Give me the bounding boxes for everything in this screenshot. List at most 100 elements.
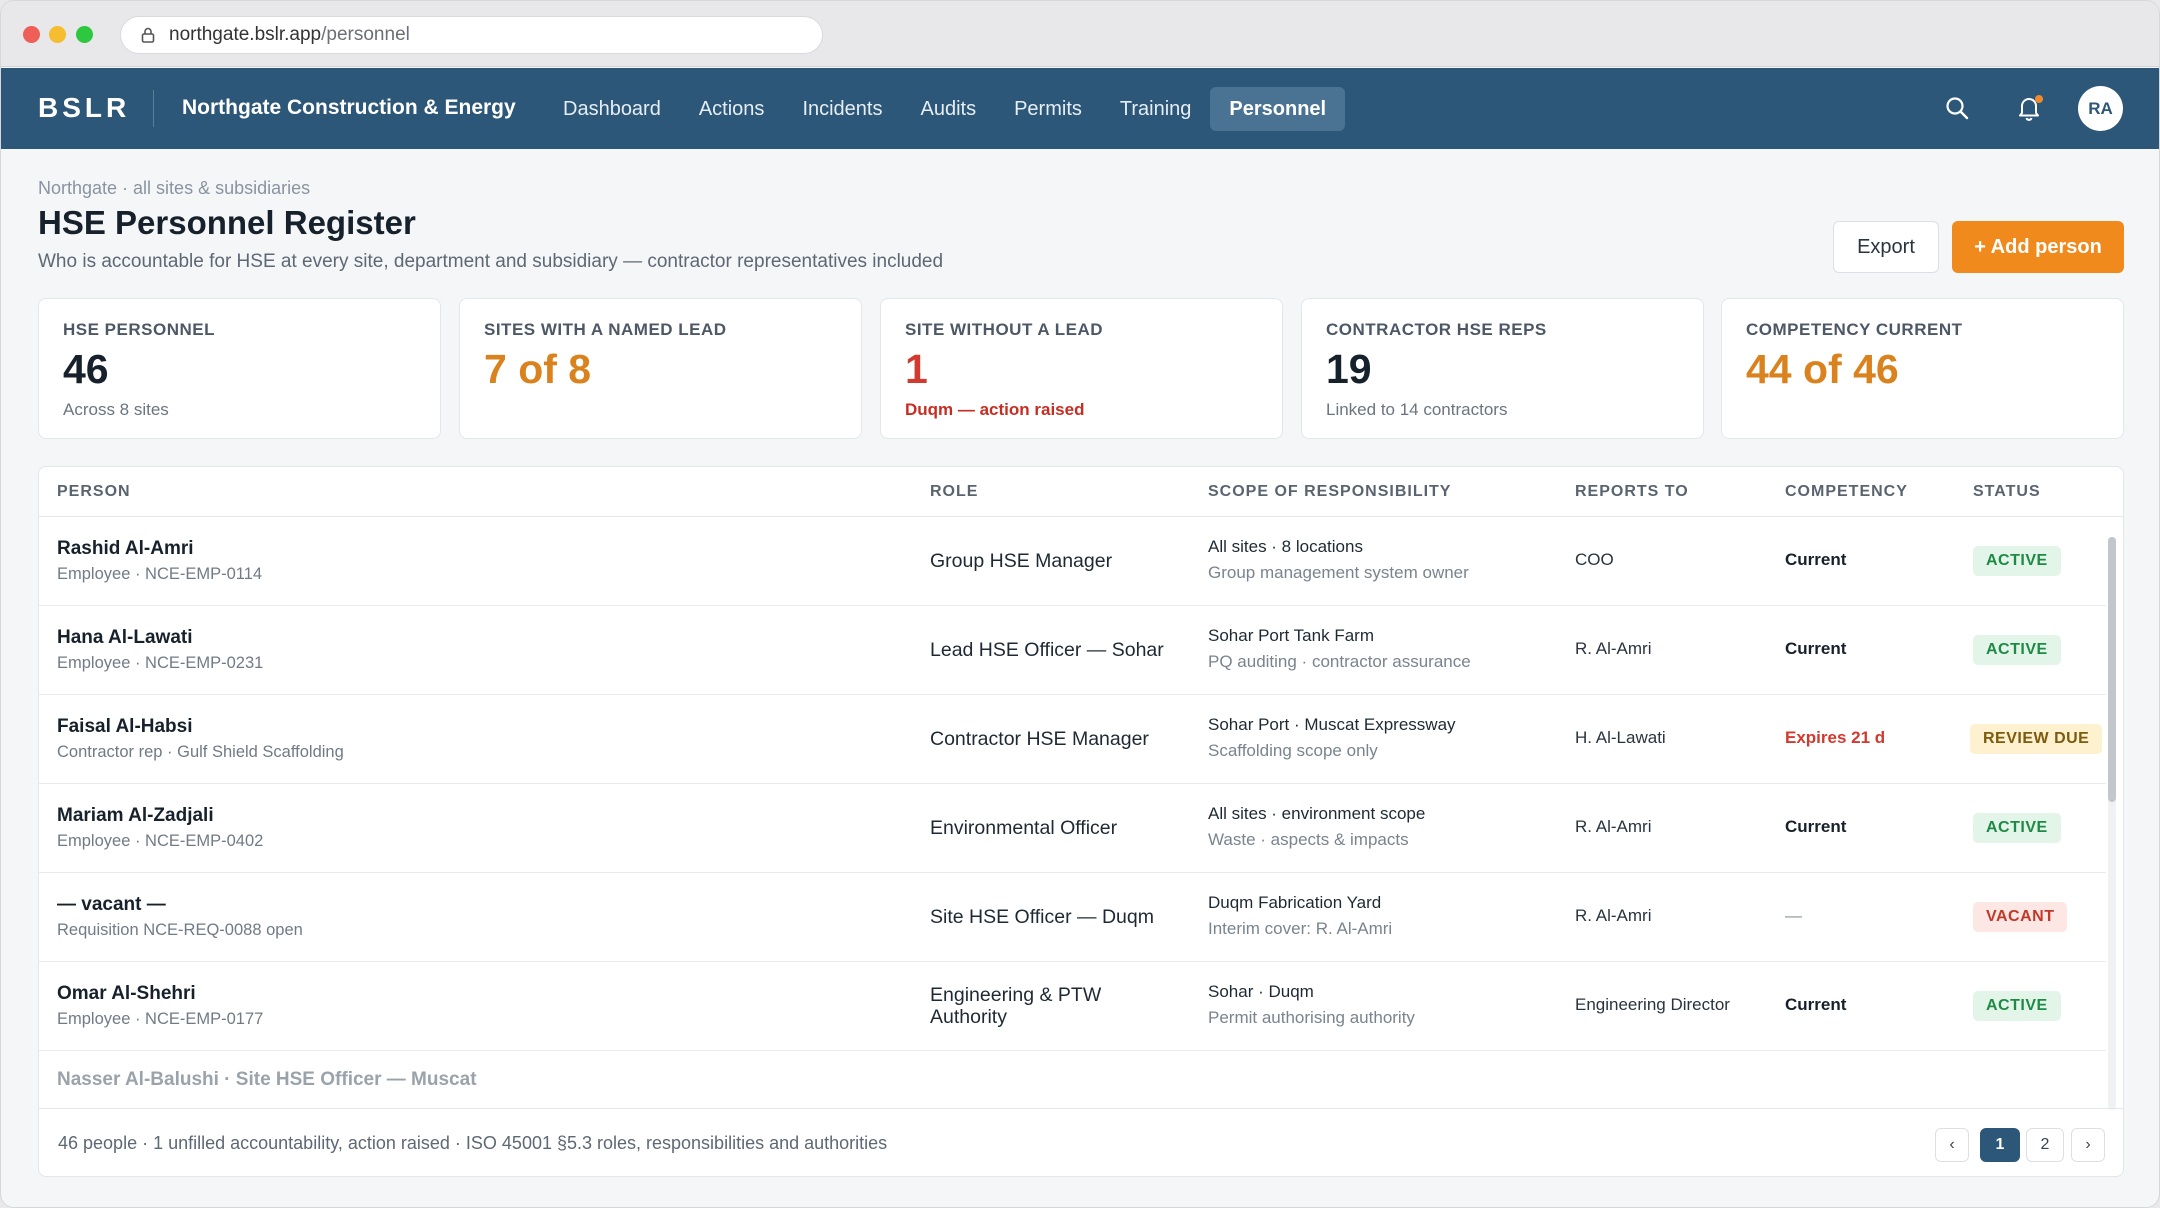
person-name[interactable]: — vacant — — [57, 894, 166, 916]
table-row[interactable]: Rashid Al-Amri Employee · NCE-EMP-0114 G… — [39, 517, 2106, 606]
reports-to-cell: R. Al-Amri — [1575, 639, 1652, 658]
col-header-role[interactable]: ROLE — [930, 483, 978, 501]
role-line: Engineering & PTW — [930, 984, 1102, 1006]
col-header-scope[interactable]: SCOPE OF RESPONSIBILITY — [1208, 483, 1451, 501]
reports-to-cell: R. Al-Amri — [1575, 817, 1652, 836]
nav-audits[interactable]: Audits — [902, 87, 996, 131]
nav-permits[interactable]: Permits — [995, 87, 1101, 131]
pagination-page-2[interactable]: 2 — [2026, 1128, 2064, 1162]
scope-primary: Sohar · Duqm — [1208, 982, 1314, 1001]
url-host: northgate.bslr.app — [169, 24, 322, 45]
role-cell: Engineering & PTW Authority — [930, 984, 1101, 1028]
kpi-label: HSE PERSONNEL — [63, 320, 215, 339]
browser-window: northgate.bslr.app/personnel BSLR Northg… — [0, 0, 2160, 1208]
kpi-value: 7 of 8 — [484, 346, 592, 392]
partial-row-text: Nasser Al-Balushi · Site HSE Officer — M… — [57, 1069, 477, 1090]
user-avatar[interactable]: RA — [2078, 86, 2123, 131]
status-badge: ACTIVE — [1973, 813, 2061, 843]
role-cell: Lead HSE Officer — Sohar — [930, 639, 1164, 661]
kpi-subtext: Across 8 sites — [63, 400, 169, 419]
competency-cell: Current — [1785, 550, 1847, 569]
brand-logo[interactable]: BSLR — [38, 92, 130, 124]
person-name[interactable]: Mariam Al-Zadjali — [57, 805, 214, 827]
kpi-value: 44 of 46 — [1746, 346, 1899, 392]
nav-dashboard[interactable]: Dashboard — [544, 87, 680, 131]
person-name[interactable]: Hana Al-Lawati — [57, 627, 193, 649]
kpi-label: SITES WITH A NAMED LEAD — [484, 320, 727, 339]
nav-actions[interactable]: Actions — [680, 87, 784, 131]
person-subtext: Contractor rep · Gulf Shield Scaffolding — [57, 743, 344, 761]
person-name[interactable]: Omar Al-Shehri — [57, 983, 196, 1005]
status-badge: VACANT — [1973, 902, 2068, 932]
nav-links: Dashboard Actions Incidents Audits Permi… — [544, 87, 1346, 131]
scope-secondary: Interim cover: R. Al-Amri — [1208, 919, 1393, 938]
kpi-value: 46 — [63, 346, 109, 392]
competency-cell: Current — [1785, 995, 1847, 1014]
scope-primary: Sohar Port Tank Farm — [1208, 626, 1374, 645]
status-badge: ACTIVE — [1973, 635, 2061, 665]
role-cell: Environmental Officer — [930, 817, 1118, 839]
organization-name: Northgate Construction & Energy — [182, 96, 516, 119]
scope-primary: All sites · environment scope — [1208, 804, 1426, 823]
competency-cell: — — [1785, 906, 1802, 925]
add-person-button[interactable]: + Add person — [1952, 221, 2124, 273]
status-badge: ACTIVE — [1973, 991, 2061, 1021]
table-row[interactable]: Omar Al-Shehri Employee · NCE-EMP-0177 E… — [39, 962, 2106, 1051]
minimize-window-button[interactable] — [49, 26, 66, 43]
page-title: HSE Personnel Register — [38, 204, 416, 241]
brand-divider — [153, 90, 154, 127]
kpi-subtext: Linked to 14 contractors — [1326, 400, 1508, 419]
col-header-competency[interactable]: COMPETENCY — [1785, 483, 1908, 501]
table-footer: 46 people · 1 unfilled accountability, a… — [39, 1108, 2123, 1176]
role-line: Authority — [930, 1006, 1007, 1028]
reports-to-cell: COO — [1575, 550, 1614, 569]
breadcrumb[interactable]: Northgate · all sites & subsidiaries — [38, 178, 310, 199]
kpi-card-sites-named-lead: SITES WITH A NAMED LEAD 7 of 8 — [459, 298, 862, 439]
kpi-card-competency-current: COMPETENCY CURRENT 44 of 46 — [1721, 298, 2124, 439]
export-button[interactable]: Export — [1833, 221, 1939, 273]
pagination-next-button[interactable]: › — [2071, 1128, 2105, 1162]
person-name[interactable]: Faisal Al-Habsi — [57, 716, 193, 738]
nav-personnel[interactable]: Personnel — [1210, 87, 1346, 131]
table-row[interactable]: Hana Al-Lawati Employee · NCE-EMP-0231 L… — [39, 606, 2106, 695]
nav-incidents[interactable]: Incidents — [783, 87, 901, 131]
role-cell: Site HSE Officer — Duqm — [930, 906, 1154, 928]
table-row[interactable]: — vacant — Requisition NCE-REQ-0088 open… — [39, 873, 2106, 962]
lock-icon — [141, 27, 155, 43]
person-subtext: Requisition NCE-REQ-0088 open — [57, 921, 303, 939]
status-badge: ACTIVE — [1973, 546, 2061, 576]
pagination-page-1[interactable]: 1 — [1980, 1128, 2020, 1162]
scope-primary: Duqm Fabrication Yard — [1208, 893, 1382, 912]
pagination-prev-button[interactable]: ‹ — [1935, 1128, 1969, 1162]
person-subtext: Employee · NCE-EMP-0402 — [57, 832, 264, 850]
search-icon[interactable] — [1944, 95, 1970, 121]
table-summary: 46 people · 1 unfilled accountability, a… — [58, 1133, 888, 1153]
col-header-reports-to[interactable]: REPORTS TO — [1575, 483, 1689, 501]
address-bar[interactable]: northgate.bslr.app/personnel — [120, 16, 823, 54]
browser-chrome: northgate.bslr.app/personnel — [1, 1, 2159, 67]
col-header-status[interactable]: STATUS — [1973, 483, 2041, 501]
top-navbar: BSLR Northgate Construction & Energy Das… — [1, 68, 2159, 149]
kpi-card-site-without-lead: SITE WITHOUT A LEAD 1 Duqm — action rais… — [880, 298, 1283, 439]
close-window-button[interactable] — [23, 26, 40, 43]
kpi-card-hse-personnel: HSE PERSONNEL 46 Across 8 sites — [38, 298, 441, 439]
scope-secondary: PQ auditing · contractor assurance — [1208, 652, 1471, 671]
reports-to-cell: H. Al-Lawati — [1575, 728, 1666, 747]
competency-cell: Current — [1785, 817, 1847, 836]
table-row[interactable]: Faisal Al-Habsi Contractor rep · Gulf Sh… — [39, 695, 2106, 784]
col-header-person[interactable]: PERSON — [57, 483, 131, 501]
competency-cell: Current — [1785, 639, 1847, 658]
maximize-window-button[interactable] — [76, 26, 93, 43]
table-scrollbar-thumb[interactable] — [2108, 537, 2116, 802]
person-name[interactable]: Rashid Al-Amri — [57, 538, 194, 560]
personnel-table: PERSON ROLE SCOPE OF RESPONSIBILITY REPO… — [38, 466, 2124, 1177]
nav-training[interactable]: Training — [1101, 87, 1211, 131]
table-row[interactable]: Mariam Al-Zadjali Employee · NCE-EMP-040… — [39, 784, 2106, 873]
kpi-label: CONTRACTOR HSE REPS — [1326, 320, 1547, 339]
table-row-partial[interactable]: Nasser Al-Balushi · Site HSE Officer — M… — [39, 1051, 2106, 1108]
kpi-label: SITE WITHOUT A LEAD — [905, 320, 1104, 339]
status-badge: REVIEW DUE — [1970, 724, 2103, 754]
scope-secondary: Permit authorising authority — [1208, 1008, 1415, 1027]
kpi-value: 19 — [1326, 346, 1372, 392]
url-path: /personnel — [321, 24, 410, 45]
